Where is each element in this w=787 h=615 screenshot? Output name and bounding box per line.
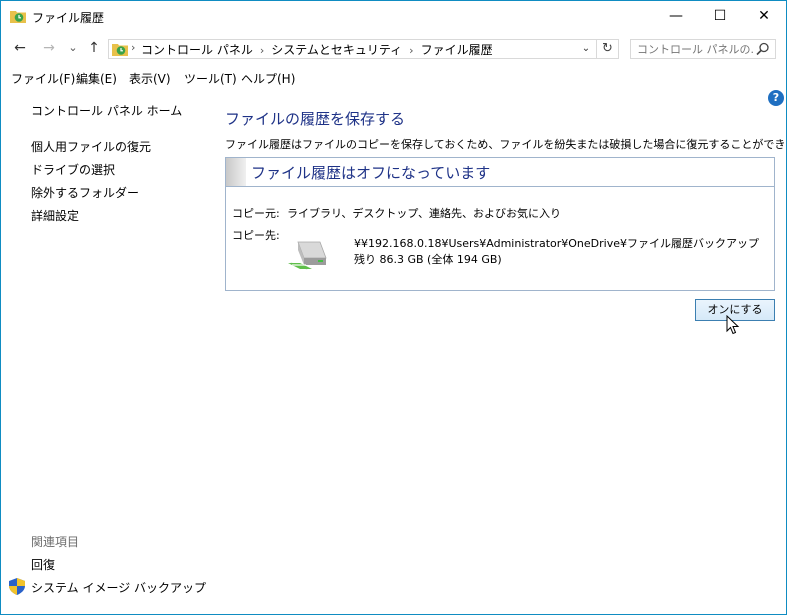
destination-free-space: 残り 86.3 GB (全体 194 GB) — [354, 253, 502, 266]
control-panel-home-link[interactable]: コントロール パネル ホーム — [31, 102, 182, 119]
title-bar: ファイル履歴 — ☐ ✕ — [1, 1, 786, 33]
related-items-header: 関連項目 — [31, 535, 80, 549]
network-drive-icon — [288, 241, 327, 270]
menu-view[interactable]: 表示(V) — [129, 70, 171, 87]
search-box[interactable] — [630, 39, 776, 59]
page-title: ファイルの履歴を保存する — [225, 110, 406, 128]
breadcrumb-system-security[interactable]: システムとセキュリティ — [271, 43, 402, 57]
status-header-accent — [226, 158, 246, 186]
breadcrumb-file-history[interactable]: ファイル履歴 — [421, 43, 493, 57]
mouse-cursor-icon — [726, 315, 740, 335]
up-arrow-icon[interactable]: ↑ — [86, 40, 102, 56]
minimize-button[interactable]: — — [654, 1, 698, 31]
destination-path: ¥¥192.168.0.18¥Users¥Administrator¥OneDr… — [354, 237, 759, 250]
maximize-button[interactable]: ☐ — [698, 1, 742, 31]
menu-tools[interactable]: ツール(T) — [184, 70, 237, 87]
breadcrumb-separator: › — [131, 41, 136, 54]
copy-to-label: コピー先: — [232, 229, 280, 242]
close-button[interactable]: ✕ — [742, 1, 786, 31]
system-image-backup-link[interactable]: システム イメージ バックアップ — [31, 579, 206, 596]
breadcrumb-separator: › — [259, 44, 265, 57]
menu-edit[interactable]: 編集(E) — [76, 70, 117, 87]
recent-locations-chevron-icon[interactable]: ⌄ — [65, 40, 81, 56]
menu-bar: ファイル(F) 編集(E) 表示(V) ツール(T) ヘルプ(H) — [1, 67, 786, 87]
recovery-link[interactable]: 回復 — [31, 556, 55, 573]
menu-file[interactable]: ファイル(F) — [11, 70, 75, 87]
menu-help[interactable]: ヘルプ(H) — [241, 70, 295, 87]
window-title: ファイル履歴 — [32, 11, 105, 25]
page-description: ファイル履歴はファイルのコピーを保存しておくため、ファイルを紛失または破損した場… — [225, 138, 787, 151]
breadcrumb-separator: › — [409, 44, 414, 57]
address-dropdown-chevron-icon[interactable]: ⌄ — [578, 40, 594, 58]
status-title: ファイル履歴はオフになっています — [251, 164, 491, 182]
file-history-location-icon — [112, 44, 128, 56]
back-arrow-icon[interactable]: ← — [12, 40, 28, 56]
status-header: ファイル履歴はオフになっています — [226, 158, 774, 187]
copy-from-value: ライブラリ、デスクトップ、連絡先、およびお気に入り — [287, 207, 562, 220]
exclude-folders-link[interactable]: 除外するフォルダー — [31, 184, 139, 201]
file-history-window: ファイル履歴 — ☐ ✕ ← → ⌄ ↑ › コントロール パネル › システムとセ… — [0, 0, 787, 615]
breadcrumb: コントロール パネル › システムとセキュリティ › ファイル履歴 — [141, 41, 493, 58]
advanced-settings-link[interactable]: 詳細設定 — [31, 207, 79, 224]
help-icon[interactable]: ? — [768, 90, 784, 106]
select-drive-link[interactable]: ドライブの選択 — [31, 161, 115, 178]
file-history-app-icon — [10, 11, 26, 23]
copy-from-label: コピー元: — [232, 207, 280, 220]
forward-arrow-icon[interactable]: → — [41, 40, 57, 56]
breadcrumb-control-panel[interactable]: コントロール パネル — [141, 43, 253, 57]
restore-personal-files-link[interactable]: 個人用ファイルの復元 — [31, 138, 151, 155]
refresh-button[interactable]: ↻ — [597, 39, 619, 59]
search-icon[interactable] — [756, 42, 770, 56]
address-bar[interactable]: › コントロール パネル › システムとセキュリティ › ファイル履歴 ⌄ — [108, 39, 597, 59]
search-input[interactable] — [637, 41, 753, 57]
status-panel: ファイル履歴はオフになっています コピー元: ライブラリ、デスクトップ、連絡先、… — [225, 157, 775, 291]
uac-shield-icon — [9, 578, 25, 595]
